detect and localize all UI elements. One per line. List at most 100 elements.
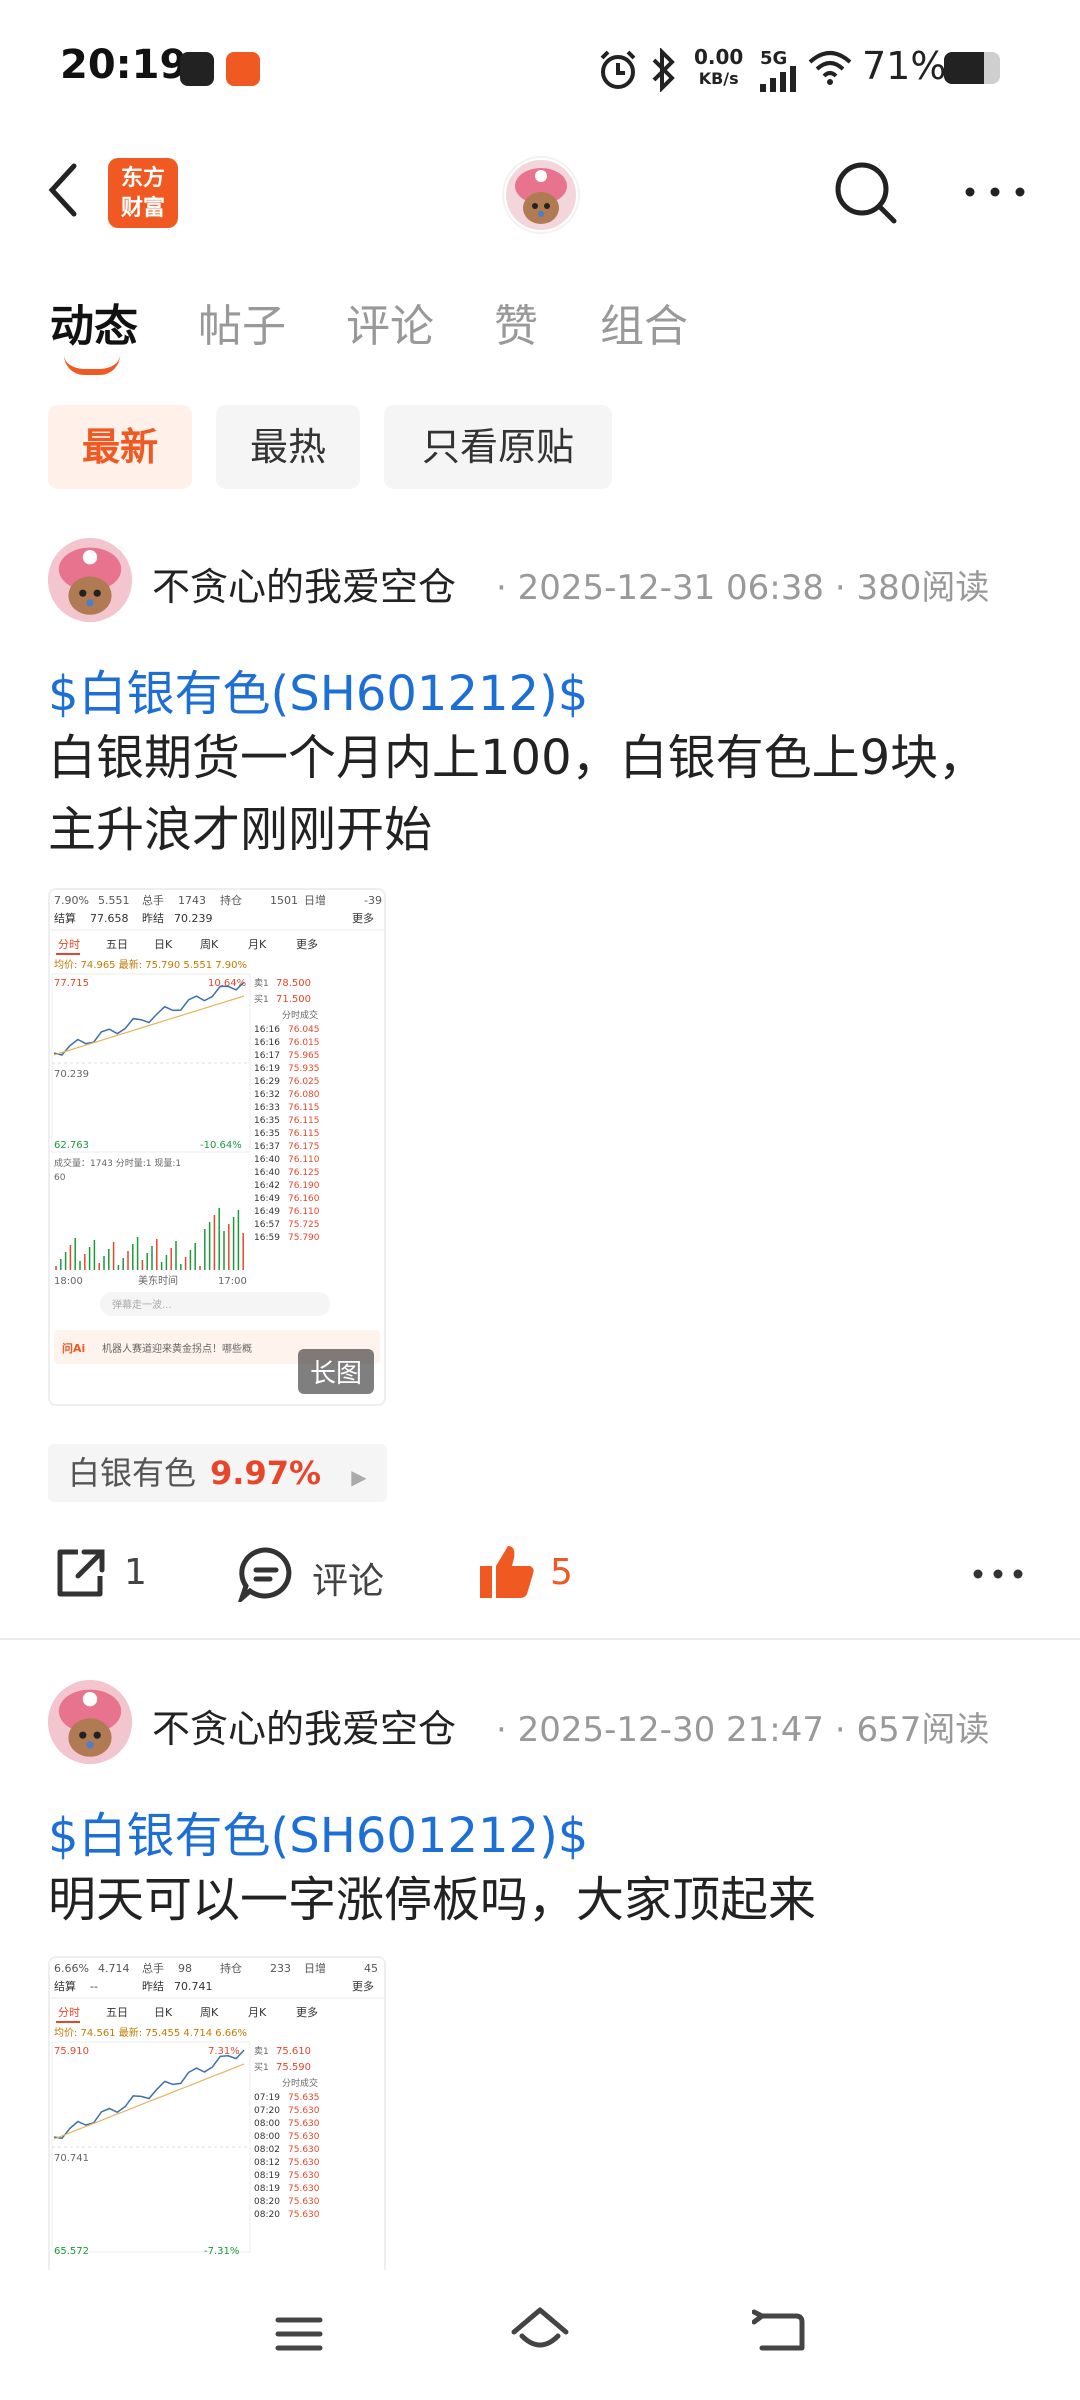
thumb-top-value: 4.714 (98, 1962, 130, 1975)
thumb-time-start: 18:00 (54, 1276, 83, 1287)
thumb-sell1: 75.610 (276, 2046, 311, 2057)
thumb-ai-label: 问Ai (62, 1341, 85, 1355)
thumb-tab: 分时 (58, 938, 80, 951)
post-reads: 657阅读 (856, 1710, 990, 1750)
share-icon[interactable] (52, 1546, 108, 1602)
filter-hot[interactable]: 最热 (216, 405, 360, 489)
caret-right-icon: ▶ (351, 1465, 367, 1489)
thumb-tick-time: 16:37 (254, 1142, 280, 1152)
stock-link[interactable]: $白银有色(SH601212)$ (48, 1796, 588, 1866)
thumb-comment-placeholder: 弹幕走一波... (112, 1298, 172, 1311)
stock-tag[interactable]: 白银有色 9.97% ▶ (48, 1444, 387, 1502)
thumb-tab: 日K (154, 2006, 173, 2019)
thumb-top-value: 7.90% (54, 894, 89, 907)
post-time: 2025-12-30 21:47 (517, 1710, 825, 1750)
logo-text-line2: 财富 (120, 196, 165, 221)
more-icon[interactable] (968, 1556, 1028, 1592)
thumb-volume-max: 60 (54, 1173, 66, 1183)
post-text[interactable]: 白银期货一个月内上100，白银有色上9块，主升浪才刚刚开始 (48, 722, 1028, 866)
thumb-top-value: 日增 (304, 893, 326, 907)
comment-label[interactable]: 评论 (312, 1552, 384, 1604)
app-notification-icon (180, 52, 214, 86)
thumb-buy-label: 买1 (254, 2062, 269, 2073)
thumb-top-value: 5.551 (98, 894, 130, 907)
thumb-tick-time: 16:40 (254, 1168, 280, 1178)
thumb-tick-time: 16:33 (254, 1103, 280, 1113)
profile-avatar[interactable] (504, 158, 578, 232)
tab-portfolio[interactable]: 组合 (600, 290, 688, 354)
menu-icon[interactable] (274, 2314, 324, 2354)
thumb-tick-price: 76.110 (288, 1207, 320, 1217)
stock-link[interactable]: $白银有色(SH601212)$ (48, 654, 588, 724)
thumb-tick-time: 16:19 (254, 1064, 280, 1074)
thumb-second-value: 更多 (352, 1979, 374, 1993)
thumb-tick-price: 76.080 (288, 1090, 320, 1100)
net-speed: 0.00 KB/s (694, 46, 743, 90)
thumb-tick-price: 75.630 (288, 2197, 320, 2207)
thumb-tick-price: 76.115 (288, 1129, 320, 1139)
thumb-sell1: 78.500 (276, 978, 311, 989)
thumb-tick-price: 75.630 (288, 2210, 320, 2220)
thumb-tick-time: 08:12 (254, 2158, 280, 2168)
thumb-tick-time: 16:17 (254, 1051, 280, 1061)
more-icon[interactable] (960, 172, 1030, 212)
thumb-tab: 周K (200, 2006, 219, 2019)
like-icon[interactable] (478, 1542, 536, 1602)
chart-screenshot: 7.90% 5.551 总手 1743 持仓 1501 日增 -39 结算 77.658 昨结 70.… (50, 890, 384, 1404)
thumb-ai-text: 机器人赛道迎来黄金拐点！哪些概 (102, 1342, 252, 1355)
comment-icon[interactable] (238, 1546, 294, 1602)
avatar[interactable] (48, 1680, 132, 1764)
thumb-top-value: 6.66% (54, 1962, 89, 1975)
thumb-tick-price: 75.965 (288, 1051, 320, 1061)
thumb-second-value: 昨结 (142, 912, 164, 925)
post-text[interactable]: 明天可以一字涨停板吗，大家顶起来 (48, 1864, 1028, 1936)
tab-dynamic[interactable]: 动态 (50, 290, 138, 354)
status-bar: 20:19 0.00 KB/s 5G 71% (0, 0, 1080, 140)
back-icon[interactable] (44, 160, 84, 220)
share-count: 1 (124, 1552, 147, 1593)
thumb-tab: 五日 (106, 938, 128, 951)
long-image-badge: 长图 (297, 1349, 374, 1394)
thumb-tick-time: 16:40 (254, 1155, 280, 1165)
post-author[interactable]: 不贪心的我爱空仓 (152, 556, 456, 611)
thumb-tick-price: 75.630 (288, 2119, 320, 2129)
post-author[interactable]: 不贪心的我爱空仓 (152, 1698, 456, 1753)
search-icon[interactable] (828, 155, 904, 231)
thumb-top-value: 持仓 (220, 893, 242, 907)
post-image[interactable]: 7.90% 5.551 总手 1743 持仓 1501 日增 -39 结算 77.658 昨结 70.… (48, 888, 386, 1406)
eastmoney-logo[interactable]: 东方 财富 (108, 158, 178, 228)
thumb-top-value: 日增 (304, 1961, 326, 1975)
thumb-tick-time: 16:29 (254, 1077, 280, 1087)
post-meta: · 2025-12-31 06:38 · 380阅读 (496, 568, 990, 608)
stock-tag-pct: 9.97% (210, 1454, 322, 1492)
post-time: 2025-12-31 06:38 (517, 568, 825, 608)
thumb-tick-price: 76.115 (288, 1103, 320, 1113)
thumb-tick-price: 76.190 (288, 1181, 320, 1191)
thumb-avg-line: 均价: 74.561 最新: 75.455 4.714 6.66% (54, 2026, 247, 2039)
thumb-tab: 日K (154, 938, 173, 951)
thumb-tick-time: 08:00 (254, 2119, 280, 2129)
thumb-tick-time: 08:20 (254, 2197, 280, 2207)
thumb-top-value: 总手 (142, 893, 164, 907)
thumb-pct-low: -7.31% (204, 2246, 239, 2257)
thumb-tick-time: 16:49 (254, 1194, 280, 1204)
home-icon[interactable] (510, 2306, 570, 2356)
thumb-tick-time: 08:20 (254, 2210, 280, 2220)
post-image[interactable]: 6.66% 4.714 总手 98 持仓 233 日增 45 结算 -- 昨结 70.741 更多 分时五… (48, 1956, 386, 2272)
tab-posts[interactable]: 帖子 (198, 290, 286, 354)
signal-icon (760, 66, 796, 92)
thumb-tick-time: 16:16 (254, 1025, 280, 1035)
thumb-tick-price: 76.110 (288, 1155, 320, 1165)
thumb-top-value: 1501 (270, 894, 298, 907)
tab-comments[interactable]: 评论 (346, 290, 434, 354)
tab-likes[interactable]: 赞 (494, 290, 538, 354)
avatar[interactable] (48, 538, 132, 622)
filter-original-only[interactable]: 只看原贴 (384, 405, 612, 489)
back-nav-icon[interactable] (752, 2308, 808, 2356)
thumb-buy1: 71.500 (276, 994, 311, 1005)
thumb-tick-price: 75.630 (288, 2106, 320, 2116)
filter-latest[interactable]: 最新 (48, 405, 192, 489)
thumb-tick-price: 75.630 (288, 2132, 320, 2142)
thumb-ticks-title: 分时成交 (282, 2077, 318, 2089)
thumb-buy1: 75.590 (276, 2062, 311, 2073)
